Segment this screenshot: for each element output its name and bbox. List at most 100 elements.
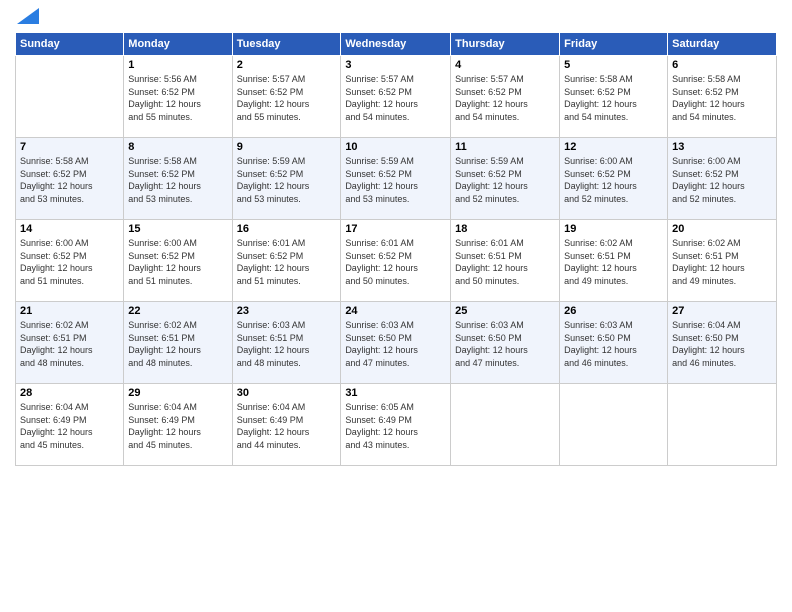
day-number: 10 [345, 141, 446, 153]
calendar-cell [16, 56, 124, 138]
day-number: 7 [20, 141, 119, 153]
calendar-cell: 6 Sunrise: 5:58 AM Sunset: 6:52 PM Daylig… [668, 56, 777, 138]
day-info: Sunrise: 5:58 AM Sunset: 6:52 PM Dayligh… [672, 73, 772, 123]
day-number: 29 [128, 387, 227, 399]
day-info: Sunrise: 5:59 AM Sunset: 6:52 PM Dayligh… [345, 155, 446, 205]
calendar-cell: 14 Sunrise: 6:00 AM Sunset: 6:52 PM Dayli… [16, 220, 124, 302]
calendar-cell: 25Sunrise: 6:03 AM Sunset: 6:50 PM Dayli… [451, 302, 560, 384]
day-number: 28 [20, 387, 119, 399]
day-info: Sunrise: 6:03 AM Sunset: 6:50 PM Dayligh… [345, 319, 446, 369]
day-info: Sunrise: 6:01 AM Sunset: 6:51 PM Dayligh… [455, 237, 555, 287]
day-number: 22 [128, 305, 227, 317]
day-number: 13 [672, 141, 772, 153]
day-info: Sunrise: 5:58 AM Sunset: 6:52 PM Dayligh… [564, 73, 663, 123]
day-info: Sunrise: 5:58 AM Sunset: 6:52 PM Dayligh… [128, 155, 227, 205]
day-number: 14 [20, 223, 119, 235]
calendar-cell [560, 384, 668, 466]
day-number: 27 [672, 305, 772, 317]
logo [15, 10, 39, 24]
calendar-cell: 10 Sunrise: 5:59 AM Sunset: 6:52 PM Dayli… [341, 138, 451, 220]
day-number: 9 [237, 141, 337, 153]
calendar-header-friday: Friday [560, 33, 668, 56]
calendar-cell: 1 Sunrise: 5:56 AM Sunset: 6:52 PM Daylig… [124, 56, 232, 138]
calendar-cell: 29 Sunrise: 6:04 AM Sunset: 6:49 PM Dayli… [124, 384, 232, 466]
day-number: 6 [672, 59, 772, 71]
day-number: 24 [345, 305, 446, 317]
day-info: Sunrise: 6:01 AM Sunset: 6:52 PM Dayligh… [345, 237, 446, 287]
day-number: 8 [128, 141, 227, 153]
day-number: 21 [20, 305, 119, 317]
logo-icon [17, 8, 39, 24]
day-number: 11 [455, 141, 555, 153]
calendar-week-row: 7 Sunrise: 5:58 AM Sunset: 6:52 PM Daylig… [16, 138, 777, 220]
day-info: Sunrise: 6:02 AM Sunset: 6:51 PM Dayligh… [20, 319, 119, 369]
calendar-cell: 28Sunrise: 6:04 AM Sunset: 6:49 PM Dayli… [16, 384, 124, 466]
day-info: Sunrise: 6:04 AM Sunset: 6:50 PM Dayligh… [672, 319, 772, 369]
day-info: Sunrise: 5:57 AM Sunset: 6:52 PM Dayligh… [237, 73, 337, 123]
calendar-header-saturday: Saturday [668, 33, 777, 56]
calendar-cell: 20Sunrise: 6:02 AM Sunset: 6:51 PM Dayli… [668, 220, 777, 302]
calendar-cell: 19 Sunrise: 6:02 AM Sunset: 6:51 PM Dayli… [560, 220, 668, 302]
calendar-header-row: SundayMondayTuesdayWednesdayThursdayFrid… [16, 33, 777, 56]
day-number: 31 [345, 387, 446, 399]
calendar-cell: 8 Sunrise: 5:58 AM Sunset: 6:52 PM Daylig… [124, 138, 232, 220]
day-number: 5 [564, 59, 663, 71]
day-number: 1 [128, 59, 227, 71]
calendar-header-tuesday: Tuesday [232, 33, 341, 56]
calendar-cell: 23 Sunrise: 6:03 AM Sunset: 6:51 PM Dayli… [232, 302, 341, 384]
calendar-cell: 27 Sunrise: 6:04 AM Sunset: 6:50 PM Dayli… [668, 302, 777, 384]
calendar-cell: 16 Sunrise: 6:01 AM Sunset: 6:52 PM Dayli… [232, 220, 341, 302]
day-info: Sunrise: 6:02 AM Sunset: 6:51 PM Dayligh… [564, 237, 663, 287]
page-container: SundayMondayTuesdayWednesdayThursdayFrid… [0, 0, 792, 471]
calendar-cell: 15Sunrise: 6:00 AM Sunset: 6:52 PM Dayli… [124, 220, 232, 302]
calendar-cell: 13Sunrise: 6:00 AM Sunset: 6:52 PM Dayli… [668, 138, 777, 220]
day-info: Sunrise: 6:02 AM Sunset: 6:51 PM Dayligh… [672, 237, 772, 287]
calendar-cell: 30Sunrise: 6:04 AM Sunset: 6:49 PM Dayli… [232, 384, 341, 466]
calendar-cell [451, 384, 560, 466]
day-number: 12 [564, 141, 663, 153]
calendar-week-row: 14 Sunrise: 6:00 AM Sunset: 6:52 PM Dayli… [16, 220, 777, 302]
calendar-cell: 12 Sunrise: 6:00 AM Sunset: 6:52 PM Dayli… [560, 138, 668, 220]
day-info: Sunrise: 5:56 AM Sunset: 6:52 PM Dayligh… [128, 73, 227, 123]
calendar-header-thursday: Thursday [451, 33, 560, 56]
day-info: Sunrise: 6:01 AM Sunset: 6:52 PM Dayligh… [237, 237, 337, 287]
calendar-header-monday: Monday [124, 33, 232, 56]
calendar-cell: 22 Sunrise: 6:02 AM Sunset: 6:51 PM Dayli… [124, 302, 232, 384]
day-number: 4 [455, 59, 555, 71]
calendar-cell: 26 Sunrise: 6:03 AM Sunset: 6:50 PM Dayli… [560, 302, 668, 384]
day-number: 2 [237, 59, 337, 71]
calendar: SundayMondayTuesdayWednesdayThursdayFrid… [15, 32, 777, 466]
day-number: 16 [237, 223, 337, 235]
day-info: Sunrise: 5:58 AM Sunset: 6:52 PM Dayligh… [20, 155, 119, 205]
calendar-header-wednesday: Wednesday [341, 33, 451, 56]
day-number: 30 [237, 387, 337, 399]
day-info: Sunrise: 6:00 AM Sunset: 6:52 PM Dayligh… [564, 155, 663, 205]
day-number: 19 [564, 223, 663, 235]
calendar-week-row: 21 Sunrise: 6:02 AM Sunset: 6:51 PM Dayli… [16, 302, 777, 384]
day-info: Sunrise: 6:03 AM Sunset: 6:51 PM Dayligh… [237, 319, 337, 369]
day-info: Sunrise: 6:00 AM Sunset: 6:52 PM Dayligh… [128, 237, 227, 287]
day-info: Sunrise: 6:04 AM Sunset: 6:49 PM Dayligh… [128, 401, 227, 451]
calendar-cell: 18Sunrise: 6:01 AM Sunset: 6:51 PM Dayli… [451, 220, 560, 302]
day-number: 26 [564, 305, 663, 317]
day-info: Sunrise: 6:05 AM Sunset: 6:49 PM Dayligh… [345, 401, 446, 451]
calendar-header-sunday: Sunday [16, 33, 124, 56]
day-info: Sunrise: 5:57 AM Sunset: 6:52 PM Dayligh… [345, 73, 446, 123]
day-info: Sunrise: 6:02 AM Sunset: 6:51 PM Dayligh… [128, 319, 227, 369]
calendar-cell: 17 Sunrise: 6:01 AM Sunset: 6:52 PM Dayli… [341, 220, 451, 302]
calendar-cell: 21 Sunrise: 6:02 AM Sunset: 6:51 PM Dayli… [16, 302, 124, 384]
day-number: 17 [345, 223, 446, 235]
day-info: Sunrise: 5:59 AM Sunset: 6:52 PM Dayligh… [237, 155, 337, 205]
day-info: Sunrise: 6:00 AM Sunset: 6:52 PM Dayligh… [20, 237, 119, 287]
calendar-cell: 11Sunrise: 5:59 AM Sunset: 6:52 PM Dayli… [451, 138, 560, 220]
calendar-cell: 9 Sunrise: 5:59 AM Sunset: 6:52 PM Daylig… [232, 138, 341, 220]
calendar-cell: 7 Sunrise: 5:58 AM Sunset: 6:52 PM Daylig… [16, 138, 124, 220]
calendar-cell: 31 Sunrise: 6:05 AM Sunset: 6:49 PM Dayli… [341, 384, 451, 466]
day-number: 23 [237, 305, 337, 317]
calendar-cell [668, 384, 777, 466]
day-info: Sunrise: 5:57 AM Sunset: 6:52 PM Dayligh… [455, 73, 555, 123]
day-number: 3 [345, 59, 446, 71]
day-number: 25 [455, 305, 555, 317]
calendar-week-row: 28 Sunrise: 6:04 AM Sunset: 6:49 PM Dayli… [16, 384, 777, 466]
day-info: Sunrise: 6:03 AM Sunset: 6:50 PM Dayligh… [564, 319, 663, 369]
